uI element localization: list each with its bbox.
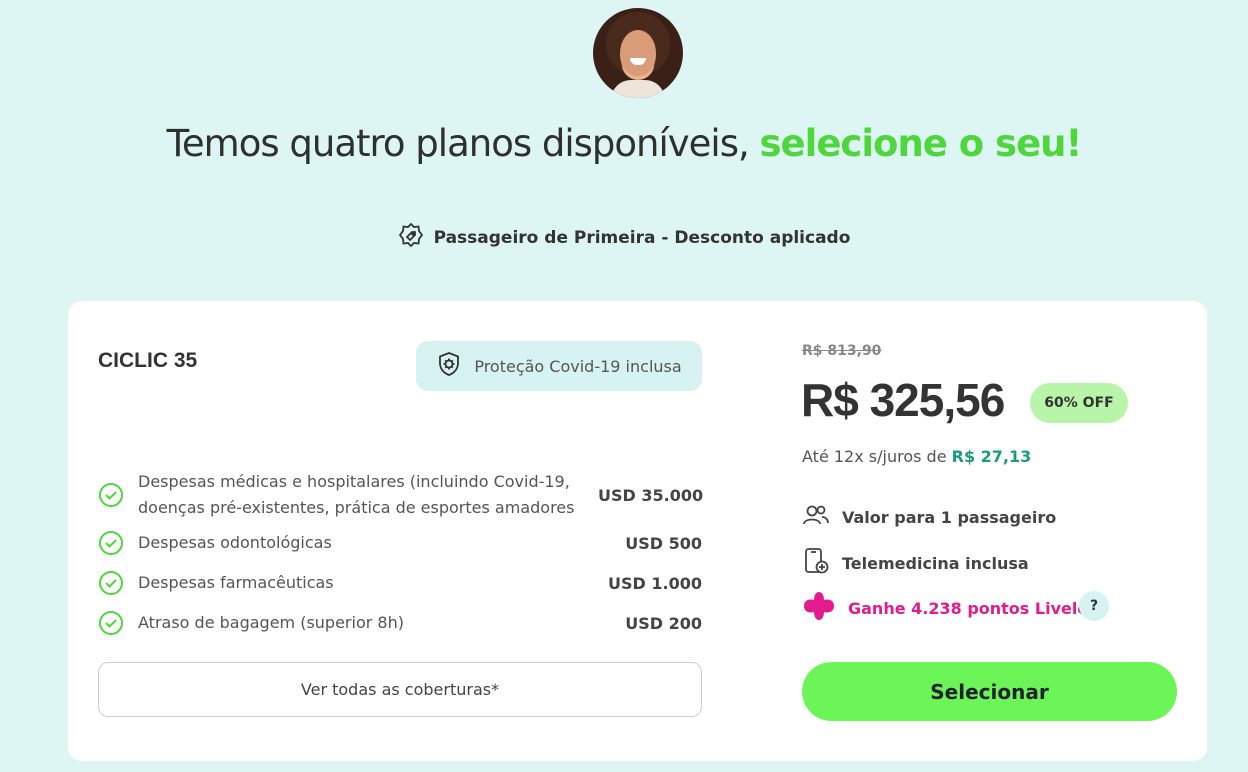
coverage-label: Despesas odontológicas bbox=[138, 533, 332, 552]
coverage-value: USD 35.000 bbox=[598, 485, 704, 505]
coverage-label: Despesas médicas e hospitalares (incluin… bbox=[138, 472, 575, 517]
feature-passengers-label: Valor para 1 passageiro bbox=[842, 507, 1057, 527]
discount-label: Passageiro de Primeira - Desconto aplica… bbox=[433, 227, 851, 248]
coverage-row-baggage: Atraso de bagagem (superior 8h) USD 200 bbox=[98, 603, 702, 643]
avatar-face bbox=[620, 30, 656, 76]
livelo-logo-icon bbox=[802, 591, 836, 625]
coverage-row-dental: Despesas odontológicas USD 500 bbox=[98, 523, 702, 563]
select-plan-button[interactable]: Selecionar bbox=[802, 662, 1177, 721]
users-icon bbox=[802, 502, 830, 532]
installments-amount: R$ 27,13 bbox=[951, 447, 1032, 466]
check-circle-icon bbox=[98, 610, 124, 636]
feature-livelo-label: Ganhe 4.238 pontos Livelo bbox=[848, 598, 1089, 618]
coverage-row-medical: Despesas médicas e hospitalares (incluin… bbox=[98, 467, 704, 523]
feature-telemedicine: Telemedicina inclusa bbox=[802, 547, 1029, 579]
livelo-help-button[interactable]: ? bbox=[1079, 591, 1109, 621]
coverage-row-pharmacy: Despesas farmacêuticas USD 1.000 bbox=[98, 563, 702, 603]
discount-badge: 60% OFF bbox=[1030, 383, 1128, 423]
plan-name: CICLIC 35 bbox=[98, 349, 198, 372]
title-highlight: selecione o seu! bbox=[759, 122, 1083, 165]
advisor-avatar bbox=[593, 8, 683, 98]
discount-info: Passageiro de Primeira - Desconto aplica… bbox=[0, 222, 1248, 253]
avatar-shirt bbox=[611, 80, 665, 98]
coverage-list: Despesas médicas e hospitalares (incluin… bbox=[98, 467, 704, 643]
discount-tag-icon bbox=[398, 222, 424, 253]
virus-shield-icon bbox=[436, 351, 462, 381]
covid-badge-label: Proteção Covid-19 inclusa bbox=[474, 356, 682, 376]
coverage-value: USD 500 bbox=[625, 533, 702, 553]
feature-livelo: Ganhe 4.238 pontos Livelo bbox=[802, 591, 1088, 625]
check-circle-icon bbox=[98, 570, 124, 596]
coverage-value: USD 1.000 bbox=[608, 573, 702, 593]
feature-passengers: Valor para 1 passageiro bbox=[802, 502, 1056, 532]
old-price: R$ 813,90 bbox=[802, 343, 882, 359]
feature-telemedicine-label: Telemedicina inclusa bbox=[842, 553, 1029, 573]
title-prefix: Temos quatro planos disponíveis, bbox=[166, 122, 760, 165]
installments: Até 12x s/juros de R$ 27,13 bbox=[802, 447, 1031, 466]
price: R$ 325,56 bbox=[801, 374, 1005, 426]
plan-card: CICLIC 35 Proteção Covid-19 inclusa Desp… bbox=[68, 301, 1207, 761]
installments-prefix: Até 12x s/juros de bbox=[802, 447, 952, 466]
see-all-coverages-button[interactable]: Ver todas as coberturas* bbox=[98, 662, 702, 717]
coverage-label: Despesas farmacêuticas bbox=[138, 573, 334, 592]
check-circle-icon bbox=[98, 482, 124, 508]
page-title: Temos quatro planos disponíveis, selecio… bbox=[0, 122, 1248, 165]
coverage-value: USD 200 bbox=[625, 613, 702, 633]
coverage-label: Atraso de bagagem (superior 8h) bbox=[138, 613, 404, 632]
phone-medical-icon bbox=[802, 547, 830, 579]
covid-badge: Proteção Covid-19 inclusa bbox=[416, 341, 702, 391]
check-circle-icon bbox=[98, 530, 124, 556]
